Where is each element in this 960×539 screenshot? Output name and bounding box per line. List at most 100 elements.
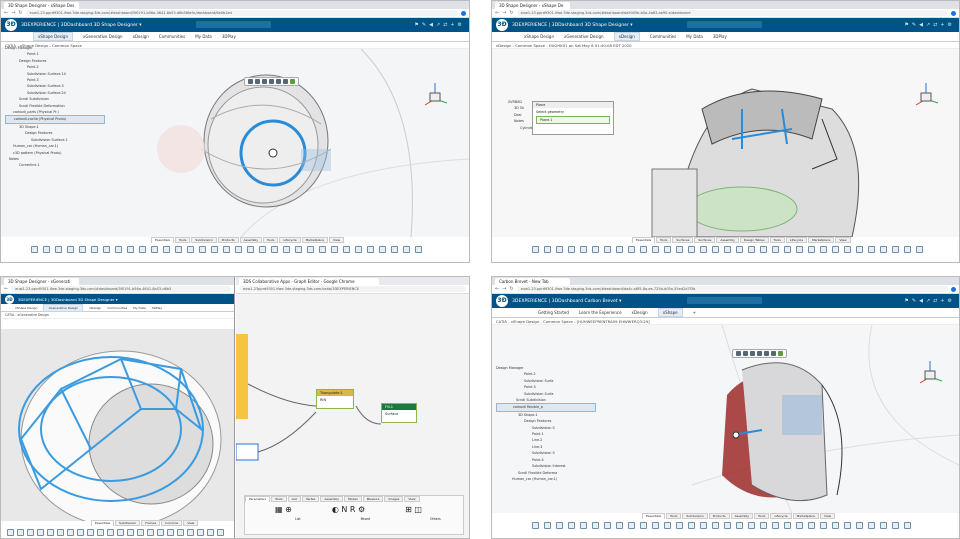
tab-xgenerative-design[interactable]: xGenerative Design bbox=[43, 303, 84, 312]
search-input[interactable] bbox=[196, 21, 271, 28]
tool-icon[interactable] bbox=[147, 529, 154, 536]
section-tab[interactable]: View bbox=[404, 496, 420, 502]
section-tab[interactable]: Tools bbox=[656, 237, 672, 243]
tool-icon[interactable] bbox=[604, 246, 611, 253]
tab-my-data[interactable]: My Data bbox=[686, 34, 703, 39]
tab-xdesign[interactable]: xDesign bbox=[133, 34, 149, 39]
section-tab[interactable]: Essentials bbox=[91, 520, 115, 526]
tool-icon[interactable] bbox=[568, 246, 575, 253]
tool-icon[interactable] bbox=[43, 246, 50, 253]
tool-icon[interactable] bbox=[568, 522, 575, 529]
tool-icon[interactable] bbox=[904, 246, 911, 253]
compass-logo-icon[interactable]: 3Ð bbox=[5, 294, 14, 304]
tool-icon[interactable] bbox=[892, 522, 899, 529]
tool-icon[interactable] bbox=[832, 246, 839, 253]
tool-icon[interactable] bbox=[235, 246, 242, 253]
tab-3dplay[interactable]: 3DPlay bbox=[222, 34, 236, 39]
back-icon[interactable]: ← bbox=[4, 10, 8, 16]
tool-icon[interactable] bbox=[151, 246, 158, 253]
tool-icon[interactable] bbox=[820, 246, 827, 253]
section-tab[interactable]: View bbox=[835, 237, 851, 243]
tool-icon[interactable] bbox=[207, 529, 214, 536]
tool-icon[interactable] bbox=[748, 522, 755, 529]
section-tab[interactable]: Subdivision bbox=[115, 520, 141, 526]
tool-icon[interactable] bbox=[832, 522, 839, 529]
tool-icon[interactable] bbox=[157, 529, 164, 536]
brand-title[interactable]: 3DEXPERIENCE | 3DDashboard Carbon Brevet… bbox=[512, 299, 621, 304]
tool-icon[interactable] bbox=[271, 246, 278, 253]
section-tab[interactable]: Subdivision bbox=[191, 237, 217, 243]
url-field[interactable]: euw1-23.pprd9301-ifwe.3de.staging.3ds.co… bbox=[11, 286, 231, 292]
tool-icon[interactable] bbox=[87, 529, 94, 536]
tool-icon[interactable] bbox=[115, 246, 122, 253]
tool-icon[interactable] bbox=[319, 246, 326, 253]
tool-icon[interactable] bbox=[223, 246, 230, 253]
tab-xgenerative-design[interactable]: xGenerative Design bbox=[564, 34, 604, 39]
reload-icon[interactable]: ↻ bbox=[18, 10, 22, 16]
tool-icon[interactable] bbox=[640, 246, 647, 253]
tool-icon[interactable] bbox=[544, 246, 551, 253]
section-tab[interactable]: Images bbox=[384, 496, 404, 502]
tab-communities[interactable]: Communities bbox=[650, 34, 676, 39]
tool-icon[interactable] bbox=[127, 529, 134, 536]
tool-icon[interactable] bbox=[197, 529, 204, 536]
tool-icon[interactable] bbox=[217, 529, 224, 536]
tool-icon[interactable] bbox=[856, 522, 863, 529]
tool-icon[interactable] bbox=[796, 246, 803, 253]
tool-icon[interactable] bbox=[532, 522, 539, 529]
3d-viewport[interactable] bbox=[1, 329, 234, 528]
tool-icon[interactable] bbox=[307, 246, 314, 253]
tool-icon[interactable] bbox=[391, 246, 398, 253]
tool-icon[interactable] bbox=[556, 522, 563, 529]
tool-icon[interactable] bbox=[532, 246, 539, 253]
floating-toolbar[interactable] bbox=[244, 77, 299, 86]
tool-icon[interactable] bbox=[403, 246, 410, 253]
tool-icon[interactable] bbox=[55, 246, 62, 253]
tool-icon[interactable] bbox=[544, 522, 551, 529]
topbar-tools-icon[interactable]: ⚑✎◀↗⇄+⚙ bbox=[414, 22, 465, 28]
tool-icon[interactable] bbox=[724, 246, 731, 253]
tool-icon[interactable] bbox=[676, 246, 683, 253]
search-input[interactable] bbox=[687, 297, 762, 304]
section-tab[interactable]: Lifecycle bbox=[770, 513, 792, 519]
browser-tab[interactable]: Carbon Brevet - New Tab bbox=[495, 278, 570, 285]
tab-3dplay[interactable]: 3DPlay bbox=[713, 34, 727, 39]
tool-icon[interactable] bbox=[27, 529, 34, 536]
tab-my-data[interactable]: My Data bbox=[133, 306, 145, 310]
section-tab[interactable]: Marketplace bbox=[301, 237, 328, 243]
tree-item-selected[interactable]: carbodi-cache (Physical Produ) bbox=[5, 115, 105, 124]
brand-title[interactable]: 3DEXPERIENCE | 3DDashboard 3D Shape Desi… bbox=[21, 23, 142, 28]
tool-icon[interactable] bbox=[772, 522, 779, 529]
tool-icon[interactable] bbox=[736, 522, 743, 529]
tool-icon[interactable] bbox=[580, 522, 587, 529]
tab-my-data[interactable]: My Data bbox=[195, 34, 212, 39]
tool-icon[interactable] bbox=[664, 246, 671, 253]
panel-row[interactable]: Select geometry bbox=[533, 108, 613, 116]
tool-icon[interactable] bbox=[355, 246, 362, 253]
tool-icon[interactable] bbox=[331, 246, 338, 253]
section-tab[interactable]: View bbox=[820, 513, 836, 519]
tool-icon[interactable] bbox=[868, 522, 875, 529]
section-tab[interactable]: Essentials bbox=[642, 513, 666, 519]
tab-xdesign[interactable]: xDesign bbox=[89, 306, 101, 310]
tool-icon[interactable] bbox=[103, 246, 110, 253]
tool-icon[interactable] bbox=[640, 522, 647, 529]
tool-icon[interactable] bbox=[79, 246, 86, 253]
tool-icon[interactable] bbox=[904, 522, 911, 529]
tool-icon[interactable] bbox=[67, 529, 74, 536]
tab-getting-started[interactable]: Getting Started bbox=[538, 310, 569, 315]
section-tab[interactable]: Assembly bbox=[716, 237, 739, 243]
url-field[interactable]: euw1-23.pprd9301-ifwe.3de.staging.3ds.co… bbox=[516, 10, 948, 16]
view-compass-icon[interactable] bbox=[912, 81, 940, 109]
section-tab[interactable]: Measure bbox=[362, 496, 384, 502]
graph-node-fill[interactable]: Fill.1 Surface bbox=[381, 403, 417, 423]
tool-icon[interactable] bbox=[167, 529, 174, 536]
profile-icon[interactable] bbox=[461, 10, 466, 16]
tab-communities[interactable]: Communities bbox=[159, 34, 185, 39]
tool-icon[interactable] bbox=[808, 522, 815, 529]
tool-icon[interactable] bbox=[343, 246, 350, 253]
tool-icon[interactable] bbox=[139, 246, 146, 253]
tool-icon[interactable] bbox=[17, 529, 24, 536]
tree-item[interactable]: Human_car (Human_car.1) bbox=[496, 476, 596, 482]
tool-icon[interactable] bbox=[97, 529, 104, 536]
